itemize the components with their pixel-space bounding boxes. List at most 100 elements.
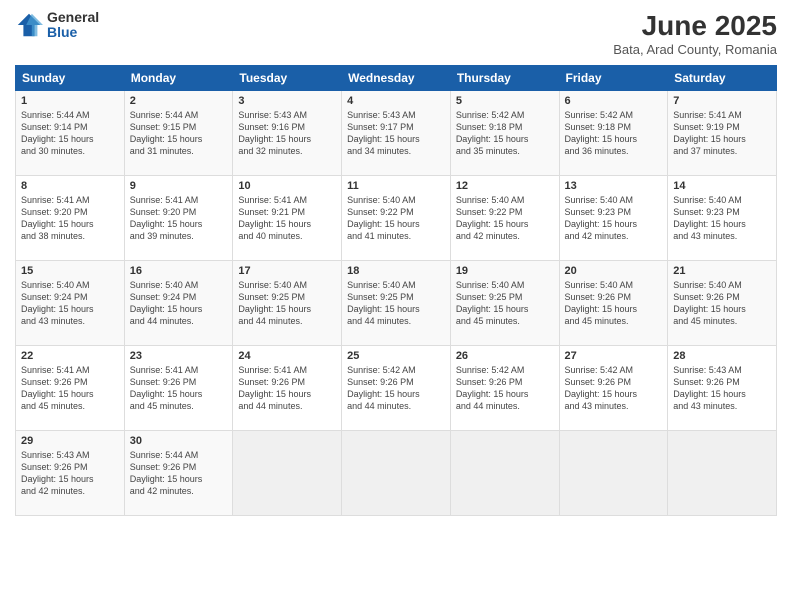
calendar-cell-1-4: 12 Sunrise: 5:40 AM Sunset: 9:22 PM Dayli… [450, 176, 559, 261]
day-info-2-0: Sunrise: 5:40 AM Sunset: 9:24 PM Dayligh… [21, 279, 119, 328]
calendar-cell-2-0: 15 Sunrise: 5:40 AM Sunset: 9:24 PM Dayli… [16, 261, 125, 346]
day-number-1-6: 14 [673, 180, 771, 192]
calendar-cell-2-3: 18 Sunrise: 5:40 AM Sunset: 9:25 PM Dayli… [342, 261, 451, 346]
calendar-cell-4-1: 30 Sunrise: 5:44 AM Sunset: 9:26 PM Dayli… [124, 431, 233, 516]
day-number-3-2: 24 [238, 350, 336, 362]
header-thursday: Thursday [450, 66, 559, 91]
logo-general: General [47, 10, 99, 25]
day-number-2-5: 20 [565, 265, 663, 277]
day-number-2-1: 16 [130, 265, 228, 277]
day-info-1-5: Sunrise: 5:40 AM Sunset: 9:23 PM Dayligh… [565, 194, 663, 243]
day-number-2-3: 18 [347, 265, 445, 277]
day-number-0-4: 5 [456, 95, 554, 107]
day-info-0-2: Sunrise: 5:43 AM Sunset: 9:16 PM Dayligh… [238, 109, 336, 158]
day-number-2-0: 15 [21, 265, 119, 277]
calendar-cell-3-2: 24Sunrise: 5:41 AM Sunset: 9:26 PM Dayli… [233, 346, 342, 431]
day-info-2-2: Sunrise: 5:40 AM Sunset: 9:25 PM Dayligh… [238, 279, 336, 328]
calendar-header-row: Sunday Monday Tuesday Wednesday Thursday… [16, 66, 777, 91]
header-tuesday: Tuesday [233, 66, 342, 91]
calendar-cell-3-6: 28 Sunrise: 5:43 AM Sunset: 9:26 PM Dayli… [668, 346, 777, 431]
calendar-cell-0-3: 4 Sunrise: 5:43 AM Sunset: 9:17 PM Daylig… [342, 91, 451, 176]
calendar-cell-1-1: 9 Sunrise: 5:41 AM Sunset: 9:20 PM Daylig… [124, 176, 233, 261]
day-number-0-3: 4 [347, 95, 445, 107]
day-number-4-1: 30 [130, 435, 228, 447]
day-info-1-1: Sunrise: 5:41 AM Sunset: 9:20 PM Dayligh… [130, 194, 228, 243]
calendar-cell-0-6: 7 Sunrise: 5:41 AM Sunset: 9:19 PM Daylig… [668, 91, 777, 176]
calendar-cell-0-1: 2 Sunrise: 5:44 AM Sunset: 9:15 PM Daylig… [124, 91, 233, 176]
calendar-cell-3-4: 26 Sunrise: 5:42 AM Sunset: 9:26 PM Dayli… [450, 346, 559, 431]
day-info-3-4: Sunrise: 5:42 AM Sunset: 9:26 PM Dayligh… [456, 364, 554, 413]
day-info-3-3: Sunrise: 5:42 AM Sunset: 9:26 PM Dayligh… [347, 364, 445, 413]
calendar-cell-1-0: 8 Sunrise: 5:41 AM Sunset: 9:20 PM Daylig… [16, 176, 125, 261]
calendar-cell-3-3: 25Sunrise: 5:42 AM Sunset: 9:26 PM Dayli… [342, 346, 451, 431]
week-row-2: 15 Sunrise: 5:40 AM Sunset: 9:24 PM Dayli… [16, 261, 777, 346]
header-monday: Monday [124, 66, 233, 91]
day-number-3-6: 28 [673, 350, 771, 362]
day-info-3-0: Sunrise: 5:41 AM Sunset: 9:26 PM Dayligh… [21, 364, 119, 413]
day-info-4-1: Sunrise: 5:44 AM Sunset: 9:26 PM Dayligh… [130, 449, 228, 498]
day-info-1-0: Sunrise: 5:41 AM Sunset: 9:20 PM Dayligh… [21, 194, 119, 243]
day-info-4-0: Sunrise: 5:43 AM Sunset: 9:26 PM Dayligh… [21, 449, 119, 498]
week-row-4: 29Sunrise: 5:43 AM Sunset: 9:26 PM Dayli… [16, 431, 777, 516]
calendar-cell-2-4: 19Sunrise: 5:40 AM Sunset: 9:25 PM Dayli… [450, 261, 559, 346]
calendar-cell-2-5: 20 Sunrise: 5:40 AM Sunset: 9:26 PM Dayli… [559, 261, 668, 346]
day-number-1-0: 8 [21, 180, 119, 192]
header-friday: Friday [559, 66, 668, 91]
day-number-1-5: 13 [565, 180, 663, 192]
day-info-2-1: Sunrise: 5:40 AM Sunset: 9:24 PM Dayligh… [130, 279, 228, 328]
calendar-cell-3-0: 22 Sunrise: 5:41 AM Sunset: 9:26 PM Dayli… [16, 346, 125, 431]
day-info-2-5: Sunrise: 5:40 AM Sunset: 9:26 PM Dayligh… [565, 279, 663, 328]
calendar-cell-0-0: 1Sunrise: 5:44 AM Sunset: 9:14 PM Daylig… [16, 91, 125, 176]
calendar-cell-2-6: 21 Sunrise: 5:40 AM Sunset: 9:26 PM Dayli… [668, 261, 777, 346]
day-number-1-4: 12 [456, 180, 554, 192]
calendar-cell-3-1: 23 Sunrise: 5:41 AM Sunset: 9:26 PM Dayli… [124, 346, 233, 431]
week-row-0: 1Sunrise: 5:44 AM Sunset: 9:14 PM Daylig… [16, 91, 777, 176]
day-number-0-6: 7 [673, 95, 771, 107]
day-number-2-6: 21 [673, 265, 771, 277]
day-info-1-2: Sunrise: 5:41 AM Sunset: 9:21 PM Dayligh… [238, 194, 336, 243]
month-year-title: June 2025 [613, 10, 777, 42]
day-number-3-0: 22 [21, 350, 119, 362]
calendar-cell-4-0: 29Sunrise: 5:43 AM Sunset: 9:26 PM Dayli… [16, 431, 125, 516]
day-info-0-6: Sunrise: 5:41 AM Sunset: 9:19 PM Dayligh… [673, 109, 771, 158]
calendar-cell-4-5 [559, 431, 668, 516]
day-number-3-5: 27 [565, 350, 663, 362]
calendar-cell-2-2: 17 Sunrise: 5:40 AM Sunset: 9:25 PM Dayli… [233, 261, 342, 346]
day-info-0-5: Sunrise: 5:42 AM Sunset: 9:18 PM Dayligh… [565, 109, 663, 158]
calendar-cell-4-4 [450, 431, 559, 516]
day-number-1-1: 9 [130, 180, 228, 192]
day-number-3-1: 23 [130, 350, 228, 362]
logo-blue: Blue [47, 25, 99, 40]
calendar-cell-4-2 [233, 431, 342, 516]
logo-icon [15, 11, 43, 39]
logo-text: General Blue [47, 10, 99, 41]
calendar-cell-1-6: 14 Sunrise: 5:40 AM Sunset: 9:23 PM Dayli… [668, 176, 777, 261]
day-info-2-4: Sunrise: 5:40 AM Sunset: 9:25 PM Dayligh… [456, 279, 554, 328]
day-info-3-5: Sunrise: 5:42 AM Sunset: 9:26 PM Dayligh… [565, 364, 663, 413]
header-sunday: Sunday [16, 66, 125, 91]
week-row-1: 8 Sunrise: 5:41 AM Sunset: 9:20 PM Daylig… [16, 176, 777, 261]
day-info-0-1: Sunrise: 5:44 AM Sunset: 9:15 PM Dayligh… [130, 109, 228, 158]
calendar-cell-0-2: 3 Sunrise: 5:43 AM Sunset: 9:16 PM Daylig… [233, 91, 342, 176]
day-number-2-2: 17 [238, 265, 336, 277]
calendar-cell-0-4: 5Sunrise: 5:42 AM Sunset: 9:18 PM Daylig… [450, 91, 559, 176]
calendar-cell-0-5: 6 Sunrise: 5:42 AM Sunset: 9:18 PM Daylig… [559, 91, 668, 176]
day-number-0-5: 6 [565, 95, 663, 107]
day-info-0-3: Sunrise: 5:43 AM Sunset: 9:17 PM Dayligh… [347, 109, 445, 158]
day-info-3-1: Sunrise: 5:41 AM Sunset: 9:26 PM Dayligh… [130, 364, 228, 413]
day-info-1-4: Sunrise: 5:40 AM Sunset: 9:22 PM Dayligh… [456, 194, 554, 243]
day-number-0-2: 3 [238, 95, 336, 107]
title-area: June 2025 Bata, Arad County, Romania [613, 10, 777, 57]
day-number-1-3: 11 [347, 180, 445, 192]
day-number-0-1: 2 [130, 95, 228, 107]
day-info-1-6: Sunrise: 5:40 AM Sunset: 9:23 PM Dayligh… [673, 194, 771, 243]
day-info-3-6: Sunrise: 5:43 AM Sunset: 9:26 PM Dayligh… [673, 364, 771, 413]
page-header: General Blue June 2025 Bata, Arad County… [15, 10, 777, 57]
day-number-1-2: 10 [238, 180, 336, 192]
day-number-3-4: 26 [456, 350, 554, 362]
day-info-1-3: Sunrise: 5:40 AM Sunset: 9:22 PM Dayligh… [347, 194, 445, 243]
day-info-2-6: Sunrise: 5:40 AM Sunset: 9:26 PM Dayligh… [673, 279, 771, 328]
calendar-cell-3-5: 27 Sunrise: 5:42 AM Sunset: 9:26 PM Dayli… [559, 346, 668, 431]
day-info-2-3: Sunrise: 5:40 AM Sunset: 9:25 PM Dayligh… [347, 279, 445, 328]
calendar-cell-1-2: 10 Sunrise: 5:41 AM Sunset: 9:21 PM Dayli… [233, 176, 342, 261]
